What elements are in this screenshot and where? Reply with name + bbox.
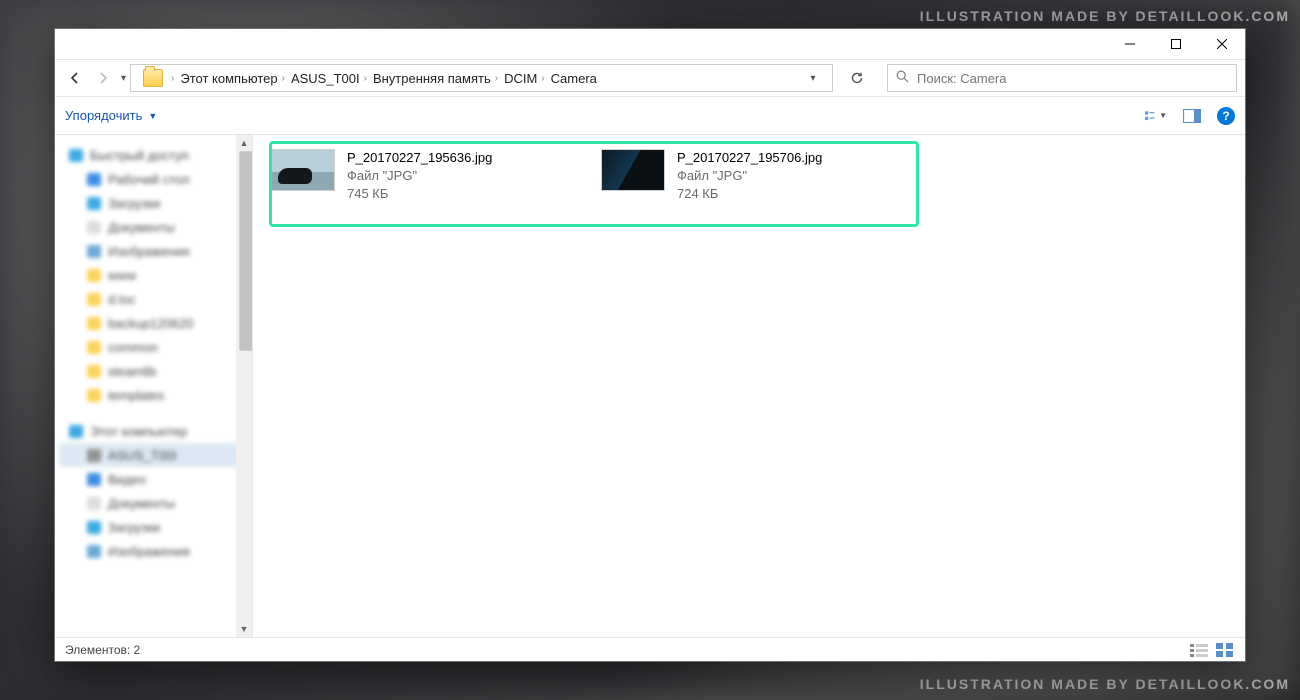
command-bar: Упорядочить ▼ ▼ ? (55, 97, 1245, 135)
nav-item-label: Загрузки (108, 520, 160, 535)
nav-item-label: Рабочий стол (108, 172, 190, 187)
minimize-button[interactable] (1107, 29, 1153, 59)
close-button[interactable] (1199, 29, 1245, 59)
search-input[interactable] (917, 71, 1228, 86)
item-count: Элементов: 2 (65, 643, 140, 657)
file-type: Файл "JPG" (677, 167, 822, 185)
organize-label: Упорядочить (65, 108, 142, 123)
nav-item[interactable]: templates (59, 383, 248, 407)
nav-item[interactable]: Загрузки (59, 191, 248, 215)
breadcrumb-item[interactable]: ASUS_T00I (291, 71, 360, 86)
nav-item[interactable]: Видео (59, 467, 248, 491)
nav-item-label: d.loc (108, 292, 135, 307)
icons-view-button[interactable] (1215, 642, 1235, 658)
search-box[interactable] (887, 64, 1237, 92)
file-size: 724 КБ (677, 185, 822, 203)
file-type: Файл "JPG" (347, 167, 492, 185)
breadcrumb-item[interactable]: Camera (551, 71, 597, 86)
title-bar (55, 29, 1245, 59)
explorer-body: Быстрый доступ Рабочий стол Загрузки Докуме… (55, 135, 1245, 637)
breadcrumb-item[interactable]: DCIM (504, 71, 537, 86)
file-size: 745 КБ (347, 185, 492, 203)
nav-item[interactable]: www (59, 263, 248, 287)
nav-item-label: Этот компьютер (90, 424, 187, 439)
file-name: P_20170227_195636.jpg (347, 149, 492, 167)
nav-item-label: Документы (108, 220, 175, 235)
chevron-down-icon: ▼ (148, 111, 157, 121)
nav-item[interactable]: Рабочий стол (59, 167, 248, 191)
file-item[interactable]: P_20170227_195636.jpg Файл "JPG" 745 КБ (271, 149, 561, 203)
nav-item-label: templates (108, 388, 164, 403)
nav-scrollbar[interactable]: ▲ ▼ (236, 135, 252, 637)
nav-item-label: backup120620 (108, 316, 193, 331)
nav-item-label: common (108, 340, 158, 355)
preview-pane-button[interactable] (1181, 105, 1203, 127)
breadcrumb[interactable]: ›Этот компьютер ›ASUS_T00I ›Внутренняя п… (130, 64, 833, 92)
nav-item[interactable]: Документы (59, 215, 248, 239)
refresh-button[interactable] (843, 64, 871, 92)
nav-item[interactable]: Изображения (59, 239, 248, 263)
nav-item-label: www (108, 268, 136, 283)
view-options-button[interactable]: ▼ (1145, 105, 1167, 127)
search-icon (896, 70, 909, 86)
nav-item-label: Загрузки (108, 196, 160, 211)
file-list[interactable]: P_20170227_195636.jpg Файл "JPG" 745 КБ … (253, 135, 1245, 637)
breadcrumb-dropdown[interactable]: ▾ (800, 73, 826, 84)
nav-item-label: Видео (108, 472, 146, 487)
nav-item[interactable]: Быстрый доступ (59, 143, 248, 167)
nav-item-label: Документы (108, 496, 175, 511)
nav-item[interactable]: Этот компьютер (59, 419, 248, 443)
nav-item-label: Изображения (108, 244, 190, 259)
details-view-button[interactable] (1189, 642, 1209, 658)
breadcrumb-item[interactable]: Внутренняя память (373, 71, 491, 86)
scroll-thumb[interactable] (239, 151, 253, 351)
organize-button[interactable]: Упорядочить ▼ (65, 108, 157, 123)
nav-item-label: Изображения (108, 544, 190, 559)
nav-item[interactable]: Изображения (59, 539, 248, 563)
scroll-up-button[interactable]: ▲ (236, 135, 252, 151)
file-thumbnail (601, 149, 665, 191)
history-dropdown[interactable]: ▾ (121, 73, 126, 84)
nav-item[interactable]: ASUS_T00I (59, 443, 248, 467)
address-bar: ▾ ›Этот компьютер ›ASUS_T00I ›Внутренняя… (55, 59, 1245, 97)
folder-icon (143, 69, 163, 87)
status-bar: Элементов: 2 (55, 637, 1245, 661)
file-name: P_20170227_195706.jpg (677, 149, 822, 167)
back-button[interactable] (63, 66, 87, 90)
nav-item[interactable]: Документы (59, 491, 248, 515)
nav-item-label: Быстрый доступ (90, 148, 189, 163)
explorer-window: ▾ ›Этот компьютер ›ASUS_T00I ›Внутренняя… (54, 28, 1246, 662)
file-thumbnail (271, 149, 335, 191)
nav-item-label: ASUS_T00I (108, 448, 177, 463)
nav-item[interactable]: steamlib (59, 359, 248, 383)
maximize-button[interactable] (1153, 29, 1199, 59)
scroll-down-button[interactable]: ▼ (236, 621, 252, 637)
nav-item[interactable]: Загрузки (59, 515, 248, 539)
breadcrumb-item[interactable]: Этот компьютер (180, 71, 277, 86)
forward-button[interactable] (91, 66, 115, 90)
nav-item-label: steamlib (108, 364, 156, 379)
nav-item[interactable]: common (59, 335, 248, 359)
navigation-pane[interactable]: Быстрый доступ Рабочий стол Загрузки Докуме… (55, 135, 253, 637)
nav-item[interactable]: backup120620 (59, 311, 248, 335)
nav-item[interactable]: d.loc (59, 287, 248, 311)
file-item[interactable]: P_20170227_195706.jpg Файл "JPG" 724 КБ (601, 149, 891, 203)
help-button[interactable]: ? (1217, 107, 1235, 125)
